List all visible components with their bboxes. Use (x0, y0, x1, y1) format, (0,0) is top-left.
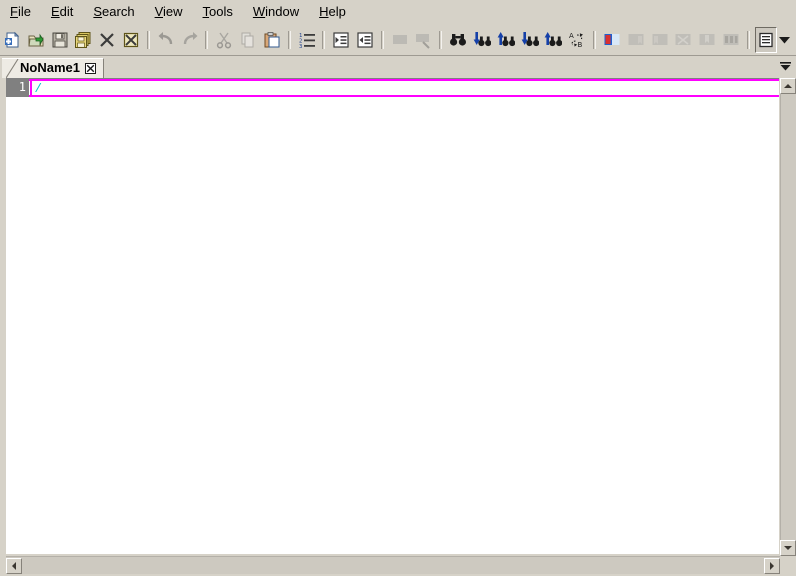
line-number: 1 (19, 80, 26, 94)
menu-item-view[interactable]: View (146, 2, 192, 23)
editor-window: File Edit Search View Tools Window Help (0, 0, 796, 576)
find-prev-selection-button[interactable] (543, 27, 565, 53)
menu-item-search[interactable]: Search (84, 2, 143, 23)
editor-area: 1 ⁄ (0, 78, 796, 576)
prev-bookmark-button[interactable] (649, 27, 671, 53)
line-numbers-button[interactable]: 123 (296, 27, 318, 53)
toolbar-separator (593, 31, 596, 49)
toolbar-separator (747, 31, 750, 49)
tab-strip: NoName1 (0, 56, 104, 78)
outdent-button[interactable] (354, 27, 376, 53)
save-all-button[interactable] (72, 27, 94, 53)
next-bookmark-button[interactable] (625, 27, 647, 53)
toolbar-separator (439, 31, 442, 49)
toolbar-separator (381, 31, 384, 49)
menu-item-window[interactable]: Window (244, 2, 308, 23)
replace-button[interactable]: AB (566, 27, 588, 53)
cut-button[interactable] (213, 27, 235, 53)
toggle-bookmark-button[interactable] (601, 27, 623, 53)
horizontal-scrollbar[interactable] (6, 556, 780, 574)
vertical-scrollbar[interactable] (779, 78, 796, 554)
find-next-selection-button[interactable] (519, 27, 541, 53)
scroll-right-button[interactable] (764, 558, 780, 574)
find-button[interactable] (447, 27, 469, 53)
arrow-up-icon (784, 84, 792, 88)
menu-item-tools[interactable]: Tools (194, 2, 242, 23)
toolbar-separator (205, 31, 208, 49)
toolbar-overflow-chevron-down-icon[interactable] (778, 28, 791, 52)
scroll-down-button[interactable] (780, 540, 796, 556)
text-editor[interactable]: 1 ⁄ (6, 78, 780, 554)
svg-text:3: 3 (299, 44, 302, 49)
undo-button[interactable] (155, 27, 177, 53)
menu-bar: File Edit Search View Tools Window Help (0, 0, 796, 26)
find-next-button[interactable] (471, 27, 493, 53)
new-file-button[interactable] (1, 27, 23, 53)
eol-marker-glyph: ⁄ (34, 81, 42, 95)
tab-slant-edge (6, 59, 19, 78)
toolbar-separator (322, 31, 325, 49)
tabbar-overflow-chevron-down-icon[interactable] (778, 58, 792, 74)
current-line-highlight (29, 79, 780, 97)
horizontal-scroll-track[interactable] (22, 557, 764, 574)
tab-label: NoName1 (20, 61, 80, 76)
tab-bar: NoName1 (0, 56, 796, 78)
toggle-document-button[interactable] (755, 27, 777, 53)
close-button[interactable] (96, 27, 118, 53)
paste-button[interactable] (261, 27, 283, 53)
toolbar: 123 (0, 25, 796, 56)
uncomment-block-button[interactable] (413, 27, 435, 53)
tab-noname1[interactable]: NoName1 (2, 58, 104, 78)
find-prev-button[interactable] (495, 27, 517, 53)
tab-close-box-icon[interactable] (85, 63, 96, 74)
arrow-left-icon (12, 562, 16, 570)
clear-bookmarks-button[interactable] (673, 27, 695, 53)
toolbar-separator (147, 31, 150, 49)
menu-item-edit[interactable]: Edit (42, 2, 82, 23)
toolbar-separator (288, 31, 291, 49)
text-caret (30, 80, 32, 96)
copy-button[interactable] (237, 27, 259, 53)
redo-button[interactable] (179, 27, 201, 53)
goto-bookmark-button[interactable] (696, 27, 718, 53)
open-file-button[interactable] (25, 27, 47, 53)
menu-item-help[interactable]: Help (310, 2, 355, 23)
svg-text:B: B (578, 41, 583, 49)
arrow-down-icon (784, 546, 792, 550)
scroll-up-button[interactable] (780, 78, 796, 94)
comment-block-button[interactable] (389, 27, 411, 53)
scroll-left-button[interactable] (6, 558, 22, 574)
arrow-right-icon (770, 562, 774, 570)
menu-item-file[interactable]: File (1, 2, 40, 23)
bookmark-all-button[interactable] (720, 27, 742, 53)
indent-button[interactable] (330, 27, 352, 53)
vertical-scroll-track[interactable] (780, 94, 796, 554)
line-number-gutter: 1 (6, 79, 29, 97)
save-button[interactable] (49, 27, 71, 53)
close-all-button[interactable] (120, 27, 142, 53)
svg-text:A: A (569, 32, 574, 40)
